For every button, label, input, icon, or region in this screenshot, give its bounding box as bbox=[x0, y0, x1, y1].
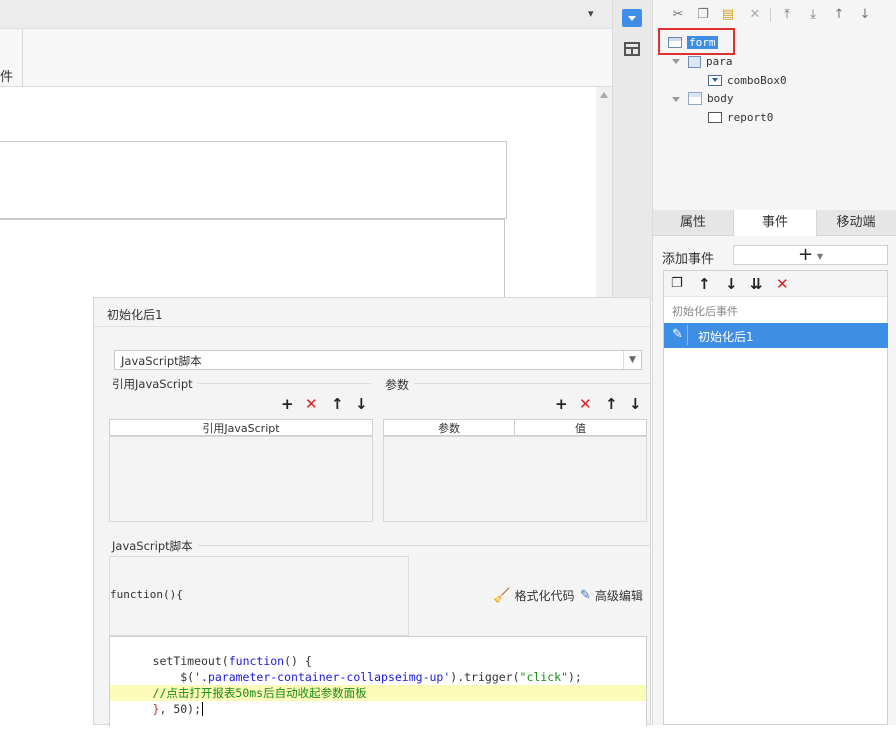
expand-para-icon[interactable] bbox=[672, 59, 680, 64]
event-panel: 添加事件 + ▼ ❐ ↑ ↓ ⇊ ✕ 初始化后事件 ✎ 初始化后1 bbox=[652, 236, 896, 725]
layout-icon[interactable] bbox=[624, 42, 640, 56]
delete-ref-icon[interactable]: ✕ bbox=[305, 396, 318, 412]
divider bbox=[414, 383, 650, 384]
tree-node-form[interactable]: form bbox=[668, 36, 718, 49]
params-section-label: 参数 bbox=[385, 378, 410, 392]
move-bottom-icon[interactable]: ⇊ bbox=[750, 276, 763, 292]
script-type-select[interactable]: JavaScript脚本 ▼ bbox=[114, 350, 642, 370]
code-line-4: }, 50); bbox=[152, 702, 204, 716]
tree-node-body[interactable]: body bbox=[688, 92, 734, 105]
vertical-scrollbar[interactable] bbox=[596, 87, 612, 300]
form-icon bbox=[668, 37, 682, 48]
tree-node-report[interactable]: report0 bbox=[708, 111, 773, 124]
delete-event-icon[interactable]: ✕ bbox=[776, 276, 789, 292]
divider bbox=[22, 29, 23, 87]
para-icon bbox=[688, 55, 701, 68]
body-block[interactable] bbox=[0, 219, 505, 309]
event-item[interactable]: ✎ 初始化后1 bbox=[664, 323, 888, 348]
move-down-icon[interactable]: ↓ bbox=[725, 276, 738, 292]
chevron-down-icon[interactable]: ▼ bbox=[623, 351, 641, 369]
add-ref-icon[interactable]: + bbox=[281, 396, 294, 412]
format-code-button[interactable]: 🧹 格式化代码 bbox=[493, 587, 574, 604]
combobox-icon bbox=[708, 75, 722, 86]
edit-icon: ✎ bbox=[580, 588, 591, 603]
paste-icon[interactable]: ▤ bbox=[720, 7, 736, 23]
tab-mobile[interactable]: 移动端 bbox=[815, 210, 896, 236]
tree-node-label: report0 bbox=[727, 111, 774, 124]
component-tab-label[interactable]: 件 bbox=[0, 66, 13, 85]
para-block[interactable] bbox=[0, 141, 507, 219]
divider bbox=[198, 545, 650, 546]
move-down-icon[interactable]: ↓ bbox=[629, 396, 642, 412]
body-icon bbox=[688, 92, 702, 105]
event-editor-dialog: 初始化后1 JavaScript脚本 ▼ 引用JavaScript + ✕ ↑ … bbox=[93, 297, 651, 726]
event-item-label: 初始化后1 bbox=[698, 330, 754, 344]
property-tabs: 属性 事件 移动端 bbox=[652, 210, 896, 237]
move-bottom-icon[interactable]: ⤓ bbox=[805, 7, 821, 23]
tree-node-combobox[interactable]: comboBox0 bbox=[708, 74, 787, 87]
move-up-icon[interactable]: ↑ bbox=[831, 7, 847, 23]
report-icon bbox=[708, 112, 722, 123]
add-param-icon[interactable]: + bbox=[555, 396, 568, 412]
move-down-icon[interactable]: ↓ bbox=[355, 396, 368, 412]
code-editor[interactable]: setTimeout(function() { $('.parameter-co… bbox=[109, 636, 647, 726]
move-top-icon[interactable]: ⤒ bbox=[779, 7, 795, 23]
expand-body-icon[interactable] bbox=[672, 97, 680, 102]
scroll-up-icon[interactable] bbox=[600, 92, 608, 98]
add-event-label: 添加事件 bbox=[662, 252, 715, 267]
tab-events[interactable]: 事件 bbox=[733, 210, 817, 237]
function-header: function(){ bbox=[110, 588, 183, 601]
ref-js-section-label: 引用JavaScript bbox=[112, 377, 193, 391]
tree-node-label: para bbox=[706, 55, 733, 68]
broom-icon: 🧹 bbox=[493, 587, 511, 604]
editor-component-bar: 件 bbox=[0, 29, 612, 87]
tree-node-label: body bbox=[707, 92, 734, 105]
move-up-icon[interactable]: ↑ bbox=[605, 396, 618, 412]
param-name-column-header: 参数 bbox=[383, 419, 515, 436]
divider bbox=[94, 326, 650, 327]
move-up-icon[interactable]: ↑ bbox=[331, 396, 344, 412]
editor-toolbar: ▾ bbox=[0, 0, 612, 29]
add-event-button[interactable]: + ▼ bbox=[733, 245, 888, 265]
dropdown-menu-icon[interactable]: ▾ bbox=[588, 8, 600, 20]
tab-attributes[interactable]: 属性 bbox=[653, 210, 733, 236]
widget-tree-panel: ✂ ❐ ▤ ✕ ⤒ ⤓ ↑ ↓ form para comboBox0 body… bbox=[652, 0, 896, 210]
divider bbox=[770, 8, 771, 22]
widget-dropdown-icon[interactable] bbox=[622, 9, 642, 27]
delete-icon[interactable]: ✕ bbox=[747, 7, 763, 23]
copy-icon[interactable]: ❐ bbox=[695, 7, 711, 23]
plus-icon: + bbox=[797, 244, 814, 265]
advanced-edit-button[interactable]: ✎ 高级编辑 bbox=[580, 587, 643, 604]
format-code-label: 格式化代码 bbox=[514, 589, 575, 603]
event-toolbar: ❐ ↑ ↓ ⇊ ✕ bbox=[664, 271, 887, 297]
dialog-title: 初始化后1 bbox=[107, 308, 163, 322]
move-down-icon[interactable]: ↓ bbox=[857, 7, 873, 23]
divider bbox=[197, 383, 371, 384]
advanced-edit-label: 高级编辑 bbox=[594, 589, 643, 603]
param-value-column-header: 值 bbox=[514, 419, 647, 436]
tree-node-label: form bbox=[687, 36, 718, 49]
chevron-down-icon: ▼ bbox=[816, 252, 824, 261]
cut-icon[interactable]: ✂ bbox=[670, 7, 686, 23]
move-up-icon[interactable]: ↑ bbox=[698, 276, 711, 292]
edit-icon[interactable]: ✎ bbox=[668, 325, 688, 345]
ref-js-column-header: 引用JavaScript bbox=[109, 419, 373, 436]
tree-node-label: comboBox0 bbox=[727, 74, 787, 87]
event-group-label: 初始化后事件 bbox=[672, 305, 738, 318]
event-list: ❐ ↑ ↓ ⇊ ✕ 初始化后事件 ✎ 初始化后1 bbox=[663, 270, 888, 725]
design-canvas[interactable] bbox=[0, 87, 612, 309]
params-list[interactable] bbox=[383, 436, 647, 522]
script-type-value: JavaScript脚本 bbox=[121, 354, 202, 368]
ref-js-list[interactable] bbox=[109, 436, 373, 522]
delete-param-icon[interactable]: ✕ bbox=[579, 396, 592, 412]
js-script-section-label: JavaScript脚本 bbox=[112, 539, 193, 553]
copy-event-icon[interactable]: ❐ bbox=[671, 276, 683, 292]
tree-node-para[interactable]: para bbox=[688, 55, 733, 68]
